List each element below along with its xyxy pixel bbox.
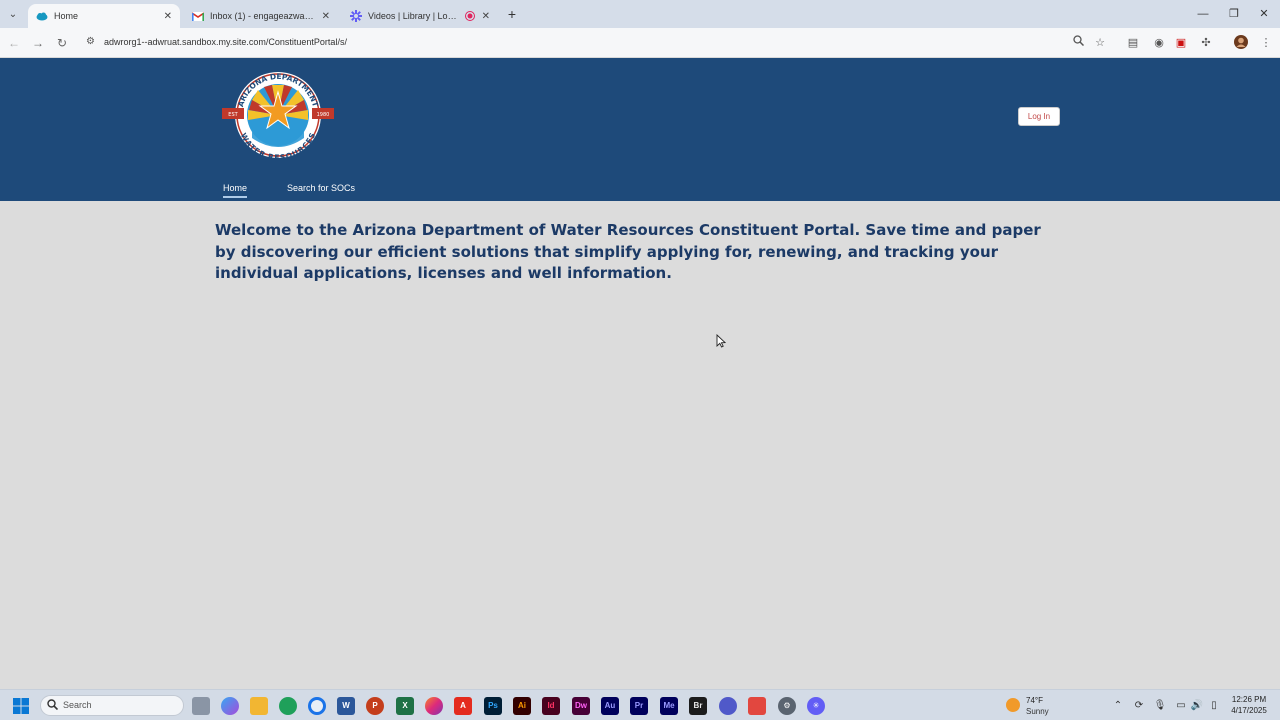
portal-header: EST 1980 ARIZONA DEPARTMENT WATER RESOUR… (0, 58, 1280, 201)
forward-arrow-icon[interactable]: → (29, 34, 47, 52)
tab-title: Videos | Library | Loom (368, 11, 458, 21)
show-hidden-icons-chevron-icon[interactable]: ⌃ (1111, 699, 1125, 713)
bridge-icon[interactable]: Br (689, 697, 707, 715)
address-bar[interactable]: ⚙ adwrorg1--adwruat.sandbox.my.site.com/… (80, 32, 1120, 54)
photoshop-icon[interactable]: Ps (484, 697, 502, 715)
extension-icon[interactable]: ▤ (1125, 35, 1141, 51)
browser-toolbar: ← → ↻ ⚙ adwrorg1--adwruat.sandbox.my.sit… (0, 28, 1280, 58)
loom-icon (350, 10, 362, 22)
logo-right-badge: 1980 (317, 112, 330, 118)
network-icon[interactable]: ▭ (1174, 699, 1188, 713)
acrobat-extension-icon[interactable]: ▣ (1173, 35, 1189, 51)
powerpoint-icon[interactable]: P (366, 697, 384, 715)
profile-avatar-icon[interactable] (1233, 35, 1249, 51)
tab-search-chevron-icon[interactable]: ⌄ (4, 5, 22, 23)
zoom-icon[interactable] (1070, 35, 1086, 51)
volume-icon[interactable]: 🔊 (1190, 699, 1204, 713)
search-placeholder: Search (63, 700, 92, 710)
file-explorer-icon[interactable] (250, 697, 268, 715)
tab-title: Home (54, 11, 79, 21)
back-arrow-icon[interactable]: ← (5, 34, 23, 52)
recording-icon (464, 10, 476, 22)
loom-app-icon[interactable]: ✳ (807, 697, 825, 715)
weather-temperature: 74°F (1026, 696, 1043, 705)
weather-condition: Sunny (1026, 707, 1049, 716)
nav-search-socs[interactable]: Search for SOCs (287, 183, 355, 193)
windows-start-icon[interactable] (12, 697, 30, 715)
search-icon (47, 699, 59, 713)
weather-widget[interactable]: 74°F Sunny (1006, 694, 1066, 718)
new-tab-button[interactable]: + (504, 6, 520, 22)
excel-icon[interactable]: X (396, 697, 414, 715)
tab-loom[interactable]: Videos | Library | Loom ✕ (342, 4, 498, 28)
creative-cloud-icon[interactable] (425, 697, 443, 715)
sync-icon[interactable]: ⟳ (1132, 699, 1146, 713)
windows-taskbar: Search W P X A Ps Ai Id Dw Au Pr Me Br ⚙… (0, 689, 1280, 720)
logo-left-badge: EST (228, 112, 238, 118)
login-button[interactable]: Log In (1018, 107, 1060, 126)
dreamweaver-icon[interactable]: Dw (572, 697, 590, 715)
premiere-icon[interactable]: Pr (630, 697, 648, 715)
edge-browser-icon[interactable] (279, 697, 297, 715)
sun-icon (1006, 698, 1020, 712)
welcome-message: Welcome to the Arizona Department of Wat… (215, 221, 1041, 282)
nav-home[interactable]: Home (223, 183, 248, 198)
settings-gear-icon[interactable]: ⚙ (778, 697, 796, 715)
clock-time: 12:26 PM (1231, 695, 1267, 704)
browser-menu-icon[interactable]: ⋮ (1258, 35, 1274, 51)
acrobat-icon[interactable]: A (454, 697, 472, 715)
minimize-icon[interactable]: — (1195, 6, 1211, 22)
illustrator-icon[interactable]: Ai (513, 697, 531, 715)
site-settings-icon[interactable]: ⚙ (86, 36, 95, 47)
reload-icon[interactable]: ↻ (53, 34, 71, 52)
audition-icon[interactable]: Au (601, 697, 619, 715)
chrome-browser-icon[interactable] (308, 697, 326, 715)
url-text: adwrorg1--adwruat.sandbox.my.site.com/Co… (104, 37, 347, 47)
taskbar-search-box[interactable]: Search (40, 695, 184, 716)
tab-home[interactable]: Home ✕ (28, 4, 180, 28)
close-window-icon[interactable]: ✕ (1256, 6, 1272, 22)
gmail-icon (192, 10, 204, 22)
tab-inbox[interactable]: Inbox (1) - engageazwater@gm ✕ (184, 4, 338, 28)
restore-icon[interactable]: ❐ (1226, 6, 1242, 22)
close-icon[interactable]: ✕ (164, 11, 172, 22)
taskbar-clock[interactable]: 12:26 PM 4/17/2025 (1226, 694, 1272, 716)
acrobat-reader-icon[interactable] (748, 697, 766, 715)
microphone-icon[interactable]: 🎙 (1153, 699, 1167, 713)
indesign-icon[interactable]: Id (542, 697, 560, 715)
media-encoder-icon[interactable]: Me (660, 697, 678, 715)
puzzle-extensions-icon[interactable]: ✣ (1198, 35, 1214, 51)
word-icon[interactable]: W (337, 697, 355, 715)
close-icon[interactable]: ✕ (482, 11, 490, 22)
browser-tab-strip: ⌄ Home ✕ Inbox (1) - engageazwater@gm ✕ … (0, 0, 1280, 28)
bookmark-star-icon[interactable]: ☆ (1092, 35, 1108, 51)
clock-date: 4/17/2025 (1231, 706, 1267, 715)
portal-main-content: Welcome to the Arizona Department of Wat… (0, 201, 1280, 689)
extension-badge-icon[interactable]: ◉ (1151, 35, 1167, 51)
salesforce-cloud-icon (36, 10, 48, 22)
task-view-icon[interactable] (192, 697, 210, 715)
teams-icon[interactable] (719, 697, 737, 715)
tab-title: Inbox (1) - engageazwater@gm (210, 11, 316, 21)
battery-icon[interactable]: ▯ (1207, 699, 1221, 713)
copilot-icon[interactable] (221, 697, 239, 715)
adwr-seal-logo[interactable]: EST 1980 ARIZONA DEPARTMENT WATER RESOUR… (222, 70, 334, 162)
mouse-cursor-icon (716, 333, 727, 351)
close-icon[interactable]: ✕ (322, 11, 330, 22)
